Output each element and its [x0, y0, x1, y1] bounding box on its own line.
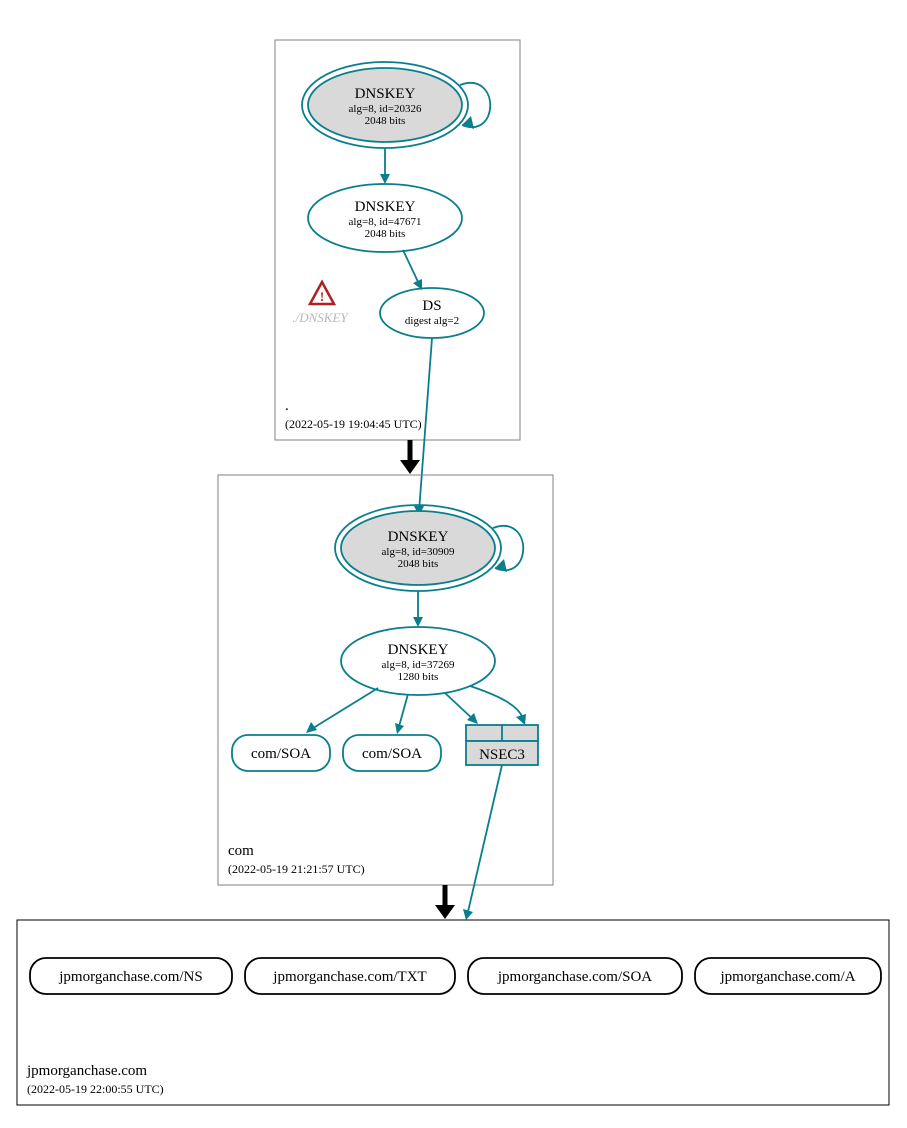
leaf-rr-ns-label: jpmorganchase.com/NS — [58, 969, 202, 985]
com-soa2-label: com/SOA — [362, 746, 422, 762]
edge-root-zsk-ds — [403, 250, 420, 286]
zone-box-leaf — [17, 920, 889, 1105]
zone-leaf-timestamp: (2022-05-19 22:00:55 UTC) — [27, 1082, 164, 1096]
svg-text:!: ! — [320, 289, 324, 304]
root-ksk-line1: alg=8, id=20326 — [349, 103, 422, 115]
leaf-rr-soa-label: jpmorganchase.com/SOA — [497, 969, 652, 985]
leaf-rr-txt: jpmorganchase.com/TXT — [245, 958, 455, 994]
edge-com-zsk-soa1 — [310, 688, 378, 730]
edge-com-zsk-nsec3-b — [470, 686, 524, 721]
com-nsec3-label: NSEC3 — [479, 747, 525, 763]
root-ds-node: DS digest alg=2 — [380, 288, 484, 338]
root-zsk-title: DNSKEY — [355, 199, 416, 215]
root-ksk-node: DNSKEY alg=8, id=20326 2048 bits — [302, 62, 468, 148]
zone-com-timestamp: (2022-05-19 21:21:57 UTC) — [228, 862, 365, 876]
edge-com-ksk-selfloop — [493, 526, 523, 570]
root-zsk-line2: 2048 bits — [365, 228, 406, 240]
com-ksk-title: DNSKEY — [388, 529, 449, 545]
com-ksk-node: DNSKEY alg=8, id=30909 2048 bits — [335, 505, 501, 591]
edge-root-ksk-selfloop — [460, 83, 490, 127]
zone-leaf-name: jpmorganchase.com — [26, 1063, 147, 1079]
dnssec-diagram: . (2022-05-19 19:04:45 UTC) DNSKEY alg=8… — [0, 0, 907, 1128]
root-zsk-node: DNSKEY alg=8, id=47671 2048 bits — [308, 184, 462, 252]
com-nsec3-node: NSEC3 — [466, 725, 538, 765]
root-ksk-title: DNSKEY — [355, 86, 416, 102]
leaf-rr-a-label: jpmorganchase.com/A — [719, 969, 855, 985]
edge-nsec3-to-leaf — [467, 765, 502, 916]
leaf-rr-ns: jpmorganchase.com/NS — [30, 958, 232, 994]
com-soa1-node: com/SOA — [232, 735, 330, 771]
root-ds-title: DS — [422, 298, 441, 314]
zone-com-name: com — [228, 843, 254, 859]
zone-root-name: . — [285, 398, 289, 414]
leaf-rr-a: jpmorganchase.com/A — [695, 958, 881, 994]
root-ds-line1: digest alg=2 — [405, 315, 459, 327]
com-zsk-node: DNSKEY alg=8, id=37269 1280 bits — [341, 627, 495, 695]
leaf-rr-soa: jpmorganchase.com/SOA — [468, 958, 682, 994]
com-soa2-node: com/SOA — [343, 735, 441, 771]
com-zsk-line2: 1280 bits — [398, 671, 439, 683]
root-warning-label: ./DNSKEY — [292, 310, 349, 325]
leaf-rr-txt-label: jpmorganchase.com/TXT — [272, 969, 426, 985]
zone-root-timestamp: (2022-05-19 19:04:45 UTC) — [285, 417, 422, 431]
root-zsk-line1: alg=8, id=47671 — [349, 216, 422, 228]
root-warning: ! ./DNSKEY — [292, 282, 349, 325]
com-ksk-line1: alg=8, id=30909 — [382, 546, 455, 558]
root-ksk-line2: 2048 bits — [365, 115, 406, 127]
com-ksk-line2: 2048 bits — [398, 558, 439, 570]
com-soa1-label: com/SOA — [251, 746, 311, 762]
com-zsk-title: DNSKEY — [388, 642, 449, 658]
com-zsk-line1: alg=8, id=37269 — [382, 659, 455, 671]
